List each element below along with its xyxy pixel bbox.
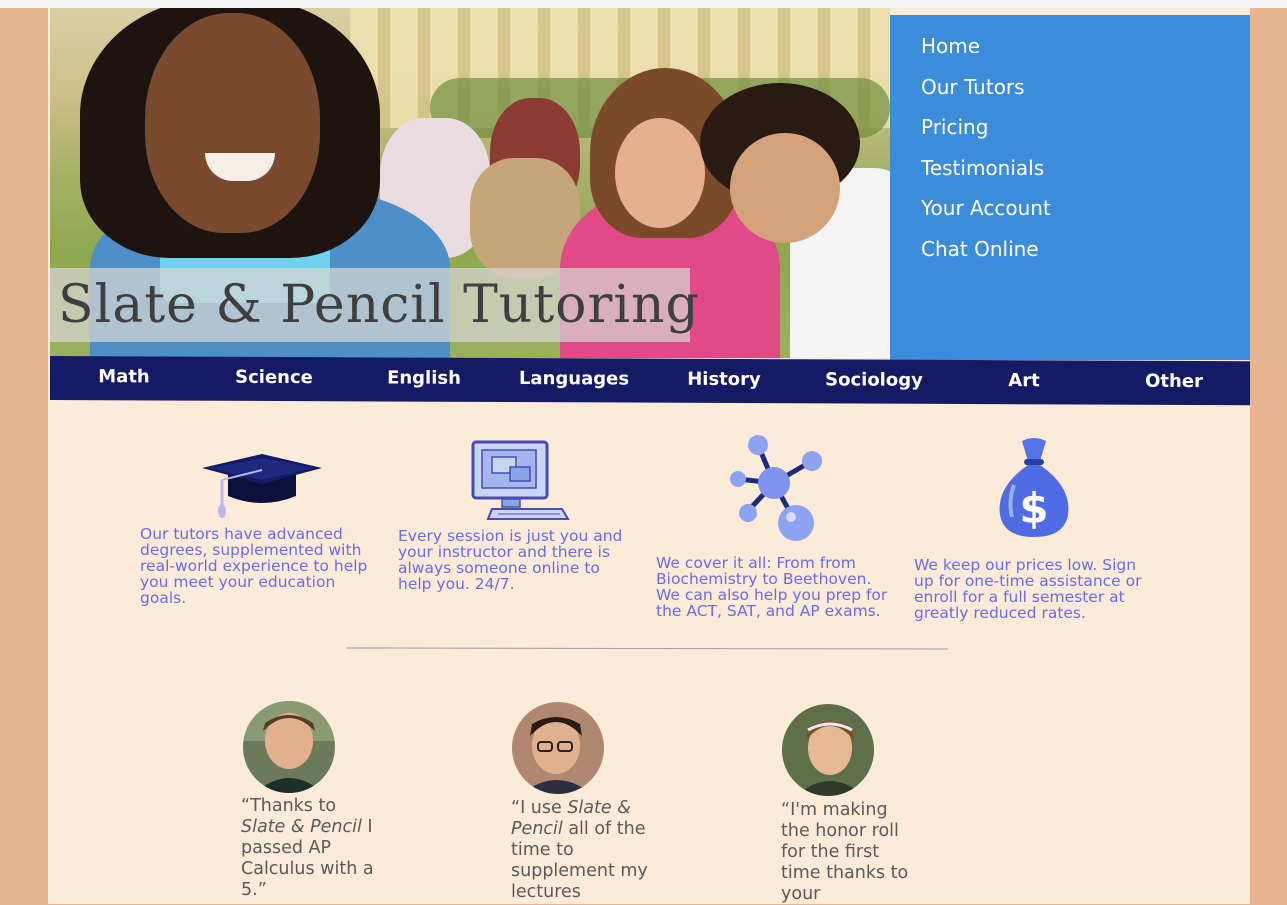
- feature-coverage-text: We cover it all: From from Biochemistry …: [656, 554, 888, 620]
- avatar-student-3: [782, 704, 874, 796]
- browser-top-edge: [0, 0, 1287, 8]
- computer-icon: [470, 439, 570, 531]
- page-container: Slate & Pencil Tutoring Home Our Tutors …: [48, 8, 1250, 904]
- quote-1-open: “Thanks to: [241, 796, 337, 816]
- subject-art[interactable]: Art: [1008, 370, 1039, 391]
- subject-other[interactable]: Other: [1145, 371, 1203, 392]
- testimonial-quote-2: “I use Slate & Pencil all of the time to…: [511, 798, 651, 903]
- subject-languages[interactable]: Languages: [519, 368, 629, 389]
- subject-history[interactable]: History: [687, 369, 761, 390]
- subject-bar: Math Science English Languages History S…: [50, 356, 1250, 406]
- molecule-icon: [728, 433, 824, 547]
- subject-sociology[interactable]: Sociology: [825, 369, 923, 390]
- nav-chat-online[interactable]: Chat Online: [921, 237, 1039, 261]
- quote-2-open: “I use: [511, 798, 568, 818]
- main-nav: Home Our Tutors Pricing Testimonials You…: [890, 15, 1250, 360]
- section-divider: [345, 647, 949, 650]
- avatar-student-2: [512, 702, 604, 794]
- site-title: Slate & Pencil Tutoring: [58, 275, 700, 335]
- nav-your-account[interactable]: Your Account: [921, 196, 1051, 220]
- nav-pricing[interactable]: Pricing: [921, 115, 988, 139]
- nav-home[interactable]: Home: [921, 34, 980, 58]
- nav-testimonials[interactable]: Testimonials: [921, 156, 1044, 180]
- testimonial-quote-1: “Thanks to Slate & Pencil I passed AP Ca…: [241, 796, 381, 901]
- testimonial-quote-3: “I'm making the honor roll for the first…: [781, 800, 921, 905]
- feature-degrees-text: Our tutors have advanced degrees, supple…: [140, 525, 368, 607]
- nav-our-tutors[interactable]: Our Tutors: [921, 75, 1025, 99]
- subject-math[interactable]: Math: [98, 366, 149, 387]
- graduation-cap-icon: [200, 438, 324, 522]
- subject-science[interactable]: Science: [235, 367, 313, 388]
- quote-3-open: “I'm making the honor roll for the first…: [781, 800, 909, 904]
- quote-1-emphasis: Slate & Pencil: [241, 817, 362, 837]
- subject-english[interactable]: English: [387, 367, 461, 388]
- money-bag-icon: $: [994, 435, 1074, 545]
- hero-photo: Slate & Pencil Tutoring: [50, 8, 890, 358]
- svg-text:$: $: [1019, 484, 1048, 533]
- feature-pricing-text: We keep our prices low. Sign up for one-…: [914, 556, 1142, 622]
- feature-sessions-text: Every session is just you and your instr…: [398, 527, 623, 593]
- avatar-student-1: [243, 701, 335, 793]
